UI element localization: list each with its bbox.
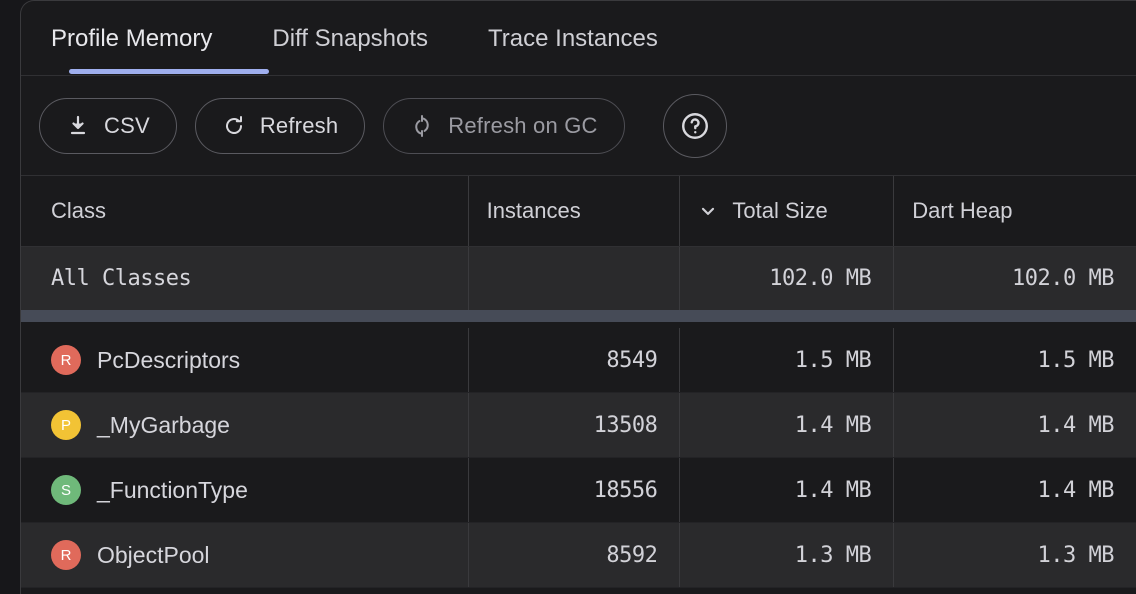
tab-diff-snapshots[interactable]: Diff Snapshots — [270, 19, 430, 59]
table-row-all-classes[interactable]: All Classes 102.0 MB 102.0 MB — [21, 247, 1136, 310]
cell-total-size: 1.4 MB — [680, 393, 894, 457]
tab-diff-snapshots-label: Diff Snapshots — [272, 25, 428, 52]
column-header-dart-heap-label: Dart Heap — [912, 198, 1012, 224]
tab-trace-instances-label: Trace Instances — [488, 25, 658, 52]
classes-table: Class Instances Total Size Dart Heap All… — [21, 175, 1136, 588]
class-name-label: _MyGarbage — [97, 412, 230, 439]
export-csv-button[interactable]: CSV — [39, 98, 177, 154]
cell-dart-heap: 1.3 MB — [894, 523, 1136, 587]
chevron-down-icon — [698, 201, 718, 221]
refresh-on-gc-label: Refresh on GC — [448, 113, 597, 139]
cell-total-size: 1.5 MB — [680, 328, 894, 392]
cell-class: R PcDescriptors — [21, 328, 469, 392]
cell-dart-heap: 1.4 MB — [894, 393, 1136, 457]
row-separator — [21, 587, 1136, 588]
class-type-badge-icon: S — [51, 475, 81, 505]
refresh-on-gc-button[interactable]: Refresh on GC — [383, 98, 624, 154]
table-row[interactable]: RPcDescriptors85491.5 MB1.5 MB — [21, 328, 1136, 392]
cell-instances: 8592 — [469, 523, 681, 587]
table-row[interactable]: S_FunctionType185561.4 MB1.4 MB — [21, 458, 1136, 522]
column-header-total-size-label: Total Size — [732, 198, 827, 224]
refresh-icon — [222, 114, 246, 138]
cell-dart-heap: 1.5 MB — [894, 328, 1136, 392]
column-header-dart-heap[interactable]: Dart Heap — [894, 176, 1136, 246]
column-header-total-size[interactable]: Total Size — [680, 176, 894, 246]
cell-dart-heap: 102.0 MB — [894, 247, 1136, 310]
active-tab-indicator — [69, 69, 269, 74]
cell-class: P _MyGarbage — [21, 393, 469, 457]
table-row[interactable]: P_MyGarbage135081.4 MB1.4 MB — [21, 393, 1136, 457]
table-body: RPcDescriptors85491.5 MB1.5 MBP_MyGarbag… — [21, 328, 1136, 588]
column-header-instances-label: Instances — [487, 198, 581, 224]
class-type-badge-icon: R — [51, 345, 81, 375]
cell-total-size: 1.4 MB — [680, 458, 894, 522]
cell-total-size: 102.0 MB — [680, 247, 894, 310]
class-name-label: ObjectPool — [97, 542, 210, 569]
cell-class: S _FunctionType — [21, 458, 469, 522]
profile-memory-panel: Profile Memory Diff Snapshots Trace Inst… — [20, 0, 1136, 594]
memory-toolbar: CSV Refresh Refresh on GC — [21, 76, 1136, 175]
download-icon — [66, 114, 90, 138]
column-header-class[interactable]: Class — [21, 176, 469, 246]
class-type-badge-icon: R — [51, 540, 81, 570]
cell-class: All Classes — [21, 247, 469, 310]
table-row[interactable]: RObjectPool85921.3 MB1.3 MB — [21, 523, 1136, 587]
autorenew-icon — [410, 114, 434, 138]
cell-instances: 18556 — [469, 458, 681, 522]
all-classes-label: All Classes — [51, 266, 191, 291]
help-button[interactable] — [663, 94, 727, 158]
table-header-row: Class Instances Total Size Dart Heap — [21, 175, 1136, 247]
tab-profile-memory-label: Profile Memory — [51, 25, 212, 52]
class-type-badge-icon: P — [51, 410, 81, 440]
cell-instances — [469, 247, 681, 310]
cell-total-size: 1.3 MB — [680, 523, 894, 587]
refresh-label: Refresh — [260, 113, 338, 139]
tab-bar-divider — [21, 75, 1136, 76]
help-circle-icon — [678, 109, 712, 143]
cell-dart-heap: 1.4 MB — [894, 458, 1136, 522]
cell-instances: 8549 — [469, 328, 681, 392]
refresh-button[interactable]: Refresh — [195, 98, 365, 154]
cell-instances: 13508 — [469, 393, 681, 457]
horizontal-scrollbar[interactable] — [21, 310, 1136, 322]
column-header-instances[interactable]: Instances — [469, 176, 681, 246]
export-csv-label: CSV — [104, 113, 150, 139]
column-header-class-label: Class — [51, 198, 106, 224]
tab-bar: Profile Memory Diff Snapshots Trace Inst… — [21, 1, 1136, 76]
tab-profile-memory[interactable]: Profile Memory — [49, 19, 214, 59]
tab-trace-instances[interactable]: Trace Instances — [486, 19, 660, 59]
class-name-label: _FunctionType — [97, 477, 248, 504]
cell-class: R ObjectPool — [21, 523, 469, 587]
class-name-label: PcDescriptors — [97, 347, 240, 374]
